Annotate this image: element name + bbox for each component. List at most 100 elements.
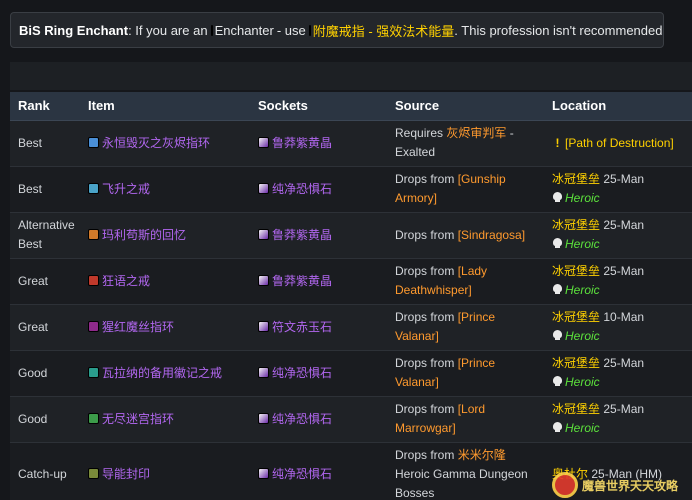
source-cell: Drops from [Lord Marrowgar] [387, 395, 544, 442]
skull-icon [552, 284, 563, 295]
item-link[interactable]: 猩红魔丝指环 [102, 320, 174, 334]
rank-label: Catch-up [18, 466, 67, 481]
rank-label: Good [18, 365, 48, 380]
location-zone[interactable]: 冰冠堡垒 [552, 264, 600, 278]
rank-cell: Good [10, 395, 80, 442]
location-zone[interactable]: 冰冠堡垒 [552, 356, 600, 370]
location-zone[interactable]: 冰冠堡垒 [552, 172, 600, 186]
source-prefix: Drops from [395, 264, 455, 278]
location-size: 10-Man [603, 310, 645, 324]
gem-icon [258, 228, 269, 240]
source-prefix: Drops from [395, 227, 455, 242]
notice-text-mid: - use [276, 22, 306, 38]
header-sockets: Sockets [250, 92, 387, 121]
item-link[interactable]: 导能封印 [102, 467, 150, 481]
rank-cell: Great [10, 303, 80, 350]
skull-icon [552, 376, 563, 387]
gem-icon [258, 274, 269, 286]
item-link[interactable]: 瓦拉纳的备用徽记之戒 [102, 366, 222, 380]
skull-icon [552, 422, 563, 433]
rank-label: Best [18, 181, 43, 196]
socket-gem-link[interactable]: 鲁莽紫黄晶 [272, 136, 332, 150]
ring-item-icon [88, 274, 99, 286]
source-cell: Drops from 米米尔隆 Heroic Gamma Dungeon Boss… [387, 441, 544, 500]
table-row: Best 飞升之戒 纯净恐惧石 Drops from [Gunship Armory]… [10, 165, 692, 212]
gem-icon [258, 136, 269, 148]
location-size: 25-Man [603, 402, 645, 416]
socket-cell: 鲁莽紫黄晶 [250, 119, 387, 166]
location-cell: 冰冠堡垒 25-Man Heroic [544, 349, 692, 396]
socket-gem-link[interactable]: 纯净恐惧石 [272, 182, 332, 196]
table-row: Great 猩红魔丝指环 符文赤玉石 Drops from [Prince Valan… [10, 303, 692, 350]
rank-cell: Catch-up [10, 441, 80, 500]
socket-gem-link[interactable]: 纯净恐惧石 [272, 467, 332, 481]
source-prefix: Drops from [395, 402, 455, 416]
item-link[interactable]: 无尽迷宫指环 [102, 412, 174, 426]
table-row: Best 永恒毁灭之灰烬指环 鲁莽紫黄晶 Requires 灰烬审判军 - Exalte… [10, 119, 692, 166]
location-zone[interactable]: [Path of Destruction] [565, 136, 674, 150]
enchanting-profession-icon [210, 24, 213, 36]
item-link[interactable]: 永恒毁灭之灰烬指环 [102, 136, 210, 150]
heroic-label: Heroic [565, 375, 600, 389]
ring-item-icon [88, 366, 99, 378]
location-size: 25-Man [603, 218, 645, 232]
source-cell: Drops from [Prince Valanar] [387, 349, 544, 396]
socket-cell: 纯净恐惧石 [250, 349, 387, 396]
bis-ring-table: Rank Item Sockets Source Location Best 永恒… [10, 92, 692, 500]
enchant-spell-link[interactable]: 附魔戒指 - 强效法术能量 [313, 21, 455, 40]
watermark-logo-icon [552, 472, 578, 498]
watermark-text: 魔兽世界天天攻略 [582, 478, 679, 493]
rank-cell: Best [10, 165, 80, 212]
ring-item-icon [88, 228, 99, 240]
ring-item-icon [88, 412, 99, 424]
item-cell: 玛利苟斯的回忆 [80, 211, 250, 258]
socket-gem-link[interactable]: 纯净恐惧石 [272, 366, 332, 380]
source-cell: Drops from [Lady Deathwhisper] [387, 257, 544, 304]
rank-cell: Best [10, 119, 80, 166]
item-link[interactable]: 狂语之戒 [102, 274, 150, 288]
socket-gem-link[interactable]: 纯净恐惧石 [272, 412, 332, 426]
rank-cell: Alternative Best [10, 211, 80, 258]
item-cell: 瓦拉纳的备用徽记之戒 [80, 349, 250, 396]
socket-cell: 纯净恐惧石 [250, 395, 387, 442]
location-zone[interactable]: 冰冠堡垒 [552, 402, 600, 416]
source-link[interactable]: 灰烬审判军 [446, 126, 506, 140]
item-cell: 狂语之戒 [80, 257, 250, 304]
location-cell: 冰冠堡垒 25-Man Heroic [544, 165, 692, 212]
source-prefix: Drops from [395, 310, 455, 324]
socket-cell: 符文赤玉石 [250, 303, 387, 350]
notice-profession[interactable]: Enchanter [215, 23, 274, 38]
heroic-label: Heroic [565, 283, 600, 297]
rank-cell: Good [10, 349, 80, 396]
source-link[interactable]: [Sindragosa] [458, 228, 525, 242]
location-size: 25-Man [603, 172, 645, 186]
source-detail: Heroic Gamma Dungeon Bosses [395, 466, 528, 500]
location-cell: 冰冠堡垒 25-Man Heroic [544, 257, 692, 304]
ring-item-icon [88, 182, 99, 194]
skull-icon [552, 192, 563, 203]
skull-icon [552, 238, 563, 249]
source-prefix: Drops from [395, 356, 455, 370]
source-detail: Exalted [395, 145, 436, 159]
table-row: Great 狂语之戒 鲁莽紫黄晶 Drops from [Lady Deathwhis… [10, 257, 692, 304]
heroic-label: Heroic [565, 191, 600, 205]
source-link[interactable]: 米米尔隆 [458, 448, 506, 462]
socket-gem-link[interactable]: 鲁莽紫黄晶 [272, 274, 332, 288]
table-row: Alternative Best 玛利苟斯的回忆 鲁莽紫黄晶 Drops from [… [10, 211, 692, 258]
socket-gem-link[interactable]: 鲁莽紫黄晶 [272, 228, 332, 242]
source-cell: Drops from [Gunship Armory] [387, 165, 544, 212]
heroic-label: Heroic [565, 421, 600, 435]
location-zone[interactable]: 冰冠堡垒 [552, 218, 600, 232]
item-link[interactable]: 飞升之戒 [102, 182, 150, 196]
location-zone[interactable]: 冰冠堡垒 [552, 310, 600, 324]
gem-icon [258, 366, 269, 378]
socket-gem-link[interactable]: 符文赤玉石 [272, 320, 332, 334]
heroic-label: Heroic [565, 329, 600, 343]
item-cell: 猩红魔丝指环 [80, 303, 250, 350]
item-link[interactable]: 玛利苟斯的回忆 [102, 228, 186, 242]
enchant-spell-icon [308, 24, 311, 36]
source-cell: Drops from [Prince Valanar] [387, 303, 544, 350]
gem-icon [258, 467, 269, 479]
source-cell: Drops from [Sindragosa] [387, 211, 544, 258]
location-cell: 冰冠堡垒 10-Man Heroic [544, 303, 692, 350]
